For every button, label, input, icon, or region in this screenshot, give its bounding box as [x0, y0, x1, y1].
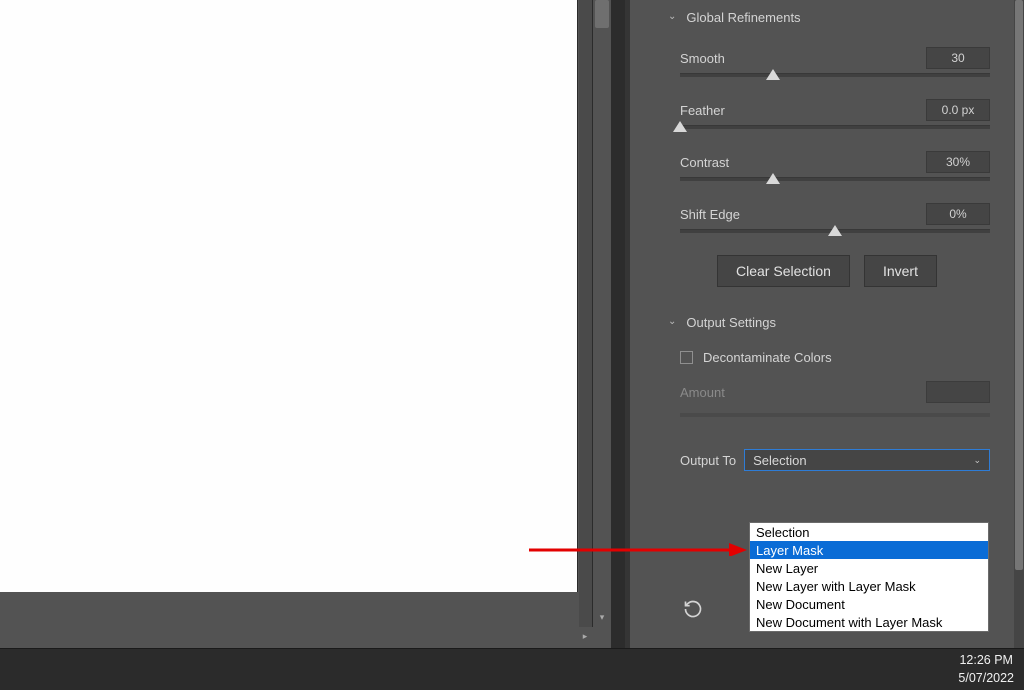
output-to-dropdown[interactable]: Selection Layer Mask New Layer New Layer… [749, 522, 989, 632]
vertical-scrollbar-down-icon[interactable]: ▾ [593, 608, 611, 626]
chevron-down-icon: ⌄ [973, 455, 981, 466]
document-area: ▾ ▸ [0, 0, 611, 648]
dropdown-option-new-layer-with-mask[interactable]: New Layer with Layer Mask [750, 577, 988, 595]
section-title: Global Refinements [686, 10, 800, 25]
reset-icon[interactable] [680, 596, 706, 622]
contrast-thumb[interactable] [766, 173, 780, 184]
horizontal-scrollbar-right-icon[interactable]: ▸ [576, 627, 594, 645]
canvas[interactable] [0, 0, 578, 592]
shift-edge-value[interactable]: 0% [926, 203, 990, 225]
smooth-track[interactable] [680, 73, 990, 77]
panel-scrollbar-thumb[interactable] [1015, 0, 1023, 570]
horizontal-scrollbar[interactable] [0, 627, 594, 645]
contrast-track[interactable] [680, 177, 990, 181]
output-to-selected: Selection [753, 453, 806, 468]
invert-button[interactable]: Invert [864, 255, 937, 287]
dropdown-option-new-document-with-mask[interactable]: New Document with Layer Mask [750, 613, 988, 631]
taskbar-date: 5/07/2022 [958, 669, 1014, 687]
taskbar[interactable]: 12:26 PM 5/07/2022 [0, 648, 1024, 690]
section-title: Output Settings [686, 315, 776, 330]
smooth-thumb[interactable] [766, 69, 780, 80]
clear-selection-button[interactable]: Clear Selection [717, 255, 850, 287]
taskbar-clock[interactable]: 12:26 PM 5/07/2022 [958, 651, 1014, 687]
slider-contrast: Contrast 30% [630, 135, 1024, 187]
decontaminate-label: Decontaminate Colors [703, 350, 832, 365]
output-to-row: Output To Selection ⌄ [630, 417, 1024, 471]
output-to-label: Output To [680, 453, 736, 468]
output-to-select[interactable]: Selection ⌄ [744, 449, 990, 471]
shift-edge-thumb[interactable] [828, 225, 842, 236]
smooth-value[interactable]: 30 [926, 47, 990, 69]
amount-label: Amount [680, 385, 725, 400]
amount-row: Amount [630, 371, 1024, 409]
shift-edge-track[interactable] [680, 229, 990, 233]
feather-thumb[interactable] [673, 121, 687, 132]
canvas-gutter [579, 0, 593, 627]
decontaminate-row[interactable]: Decontaminate Colors [630, 336, 1024, 371]
decontaminate-checkbox[interactable] [680, 351, 693, 364]
section-output-settings[interactable]: ⌄ Output Settings [630, 295, 1024, 336]
dropdown-option-new-document[interactable]: New Document [750, 595, 988, 613]
vertical-scrollbar[interactable] [593, 0, 611, 627]
slider-smooth: Smooth 30 [630, 31, 1024, 83]
slider-feather: Feather 0.0 px [630, 83, 1024, 135]
section-global-refinements[interactable]: ⌄ Global Refinements [630, 0, 1024, 31]
chevron-down-icon: ⌄ [668, 316, 676, 327]
feather-track[interactable] [680, 125, 990, 129]
dropdown-option-layer-mask[interactable]: Layer Mask [750, 541, 988, 559]
shift-edge-label: Shift Edge [680, 207, 740, 222]
amount-value [926, 381, 990, 403]
taskbar-time: 12:26 PM [958, 651, 1014, 669]
feather-value[interactable]: 0.0 px [926, 99, 990, 121]
contrast-label: Contrast [680, 155, 729, 170]
feather-label: Feather [680, 103, 725, 118]
contrast-value[interactable]: 30% [926, 151, 990, 173]
smooth-label: Smooth [680, 51, 725, 66]
chevron-down-icon: ⌄ [668, 11, 676, 22]
vertical-scrollbar-thumb[interactable] [595, 0, 609, 28]
slider-shift-edge: Shift Edge 0% [630, 187, 1024, 239]
dropdown-option-new-layer[interactable]: New Layer [750, 559, 988, 577]
dropdown-option-selection[interactable]: Selection [750, 523, 988, 541]
